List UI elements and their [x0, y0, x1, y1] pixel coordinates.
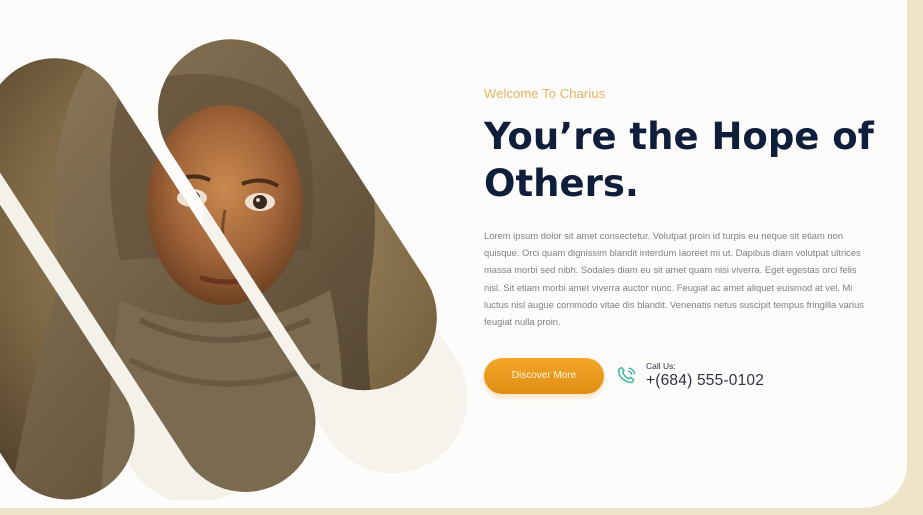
welcome-eyebrow: Welcome To Charius: [484, 86, 606, 101]
hero-description: Lorem ipsum dolor sit amet consectetur. …: [484, 230, 864, 327]
cta-row: Discover More Call Us: +(684) 555-0102: [484, 357, 874, 394]
hero-content: Welcome To Charius You’re the Hope of Ot…: [484, 86, 874, 394]
hero-image-collage: [0, 20, 490, 500]
hero-section: Welcome To Charius You’re the Hope of Ot…: [0, 0, 907, 508]
child-portrait-image: [0, 20, 468, 500]
headline-line-1: You’re the Hope of: [484, 115, 874, 158]
call-us-label: Call Us:: [646, 360, 676, 371]
phone-number-link[interactable]: +(684) 555-0102: [646, 371, 764, 390]
call-us-block: Call Us: +(684) 555-0102: [646, 360, 764, 391]
page-frame: Welcome To Charius You’re the Hope of Ot…: [0, 0, 923, 515]
hero-headline: You’re the Hope of Others.: [484, 114, 874, 207]
phone-icon[interactable]: [613, 362, 641, 390]
headline-line-2: Others.: [484, 161, 639, 205]
discover-more-button[interactable]: Discover More: [484, 357, 604, 394]
